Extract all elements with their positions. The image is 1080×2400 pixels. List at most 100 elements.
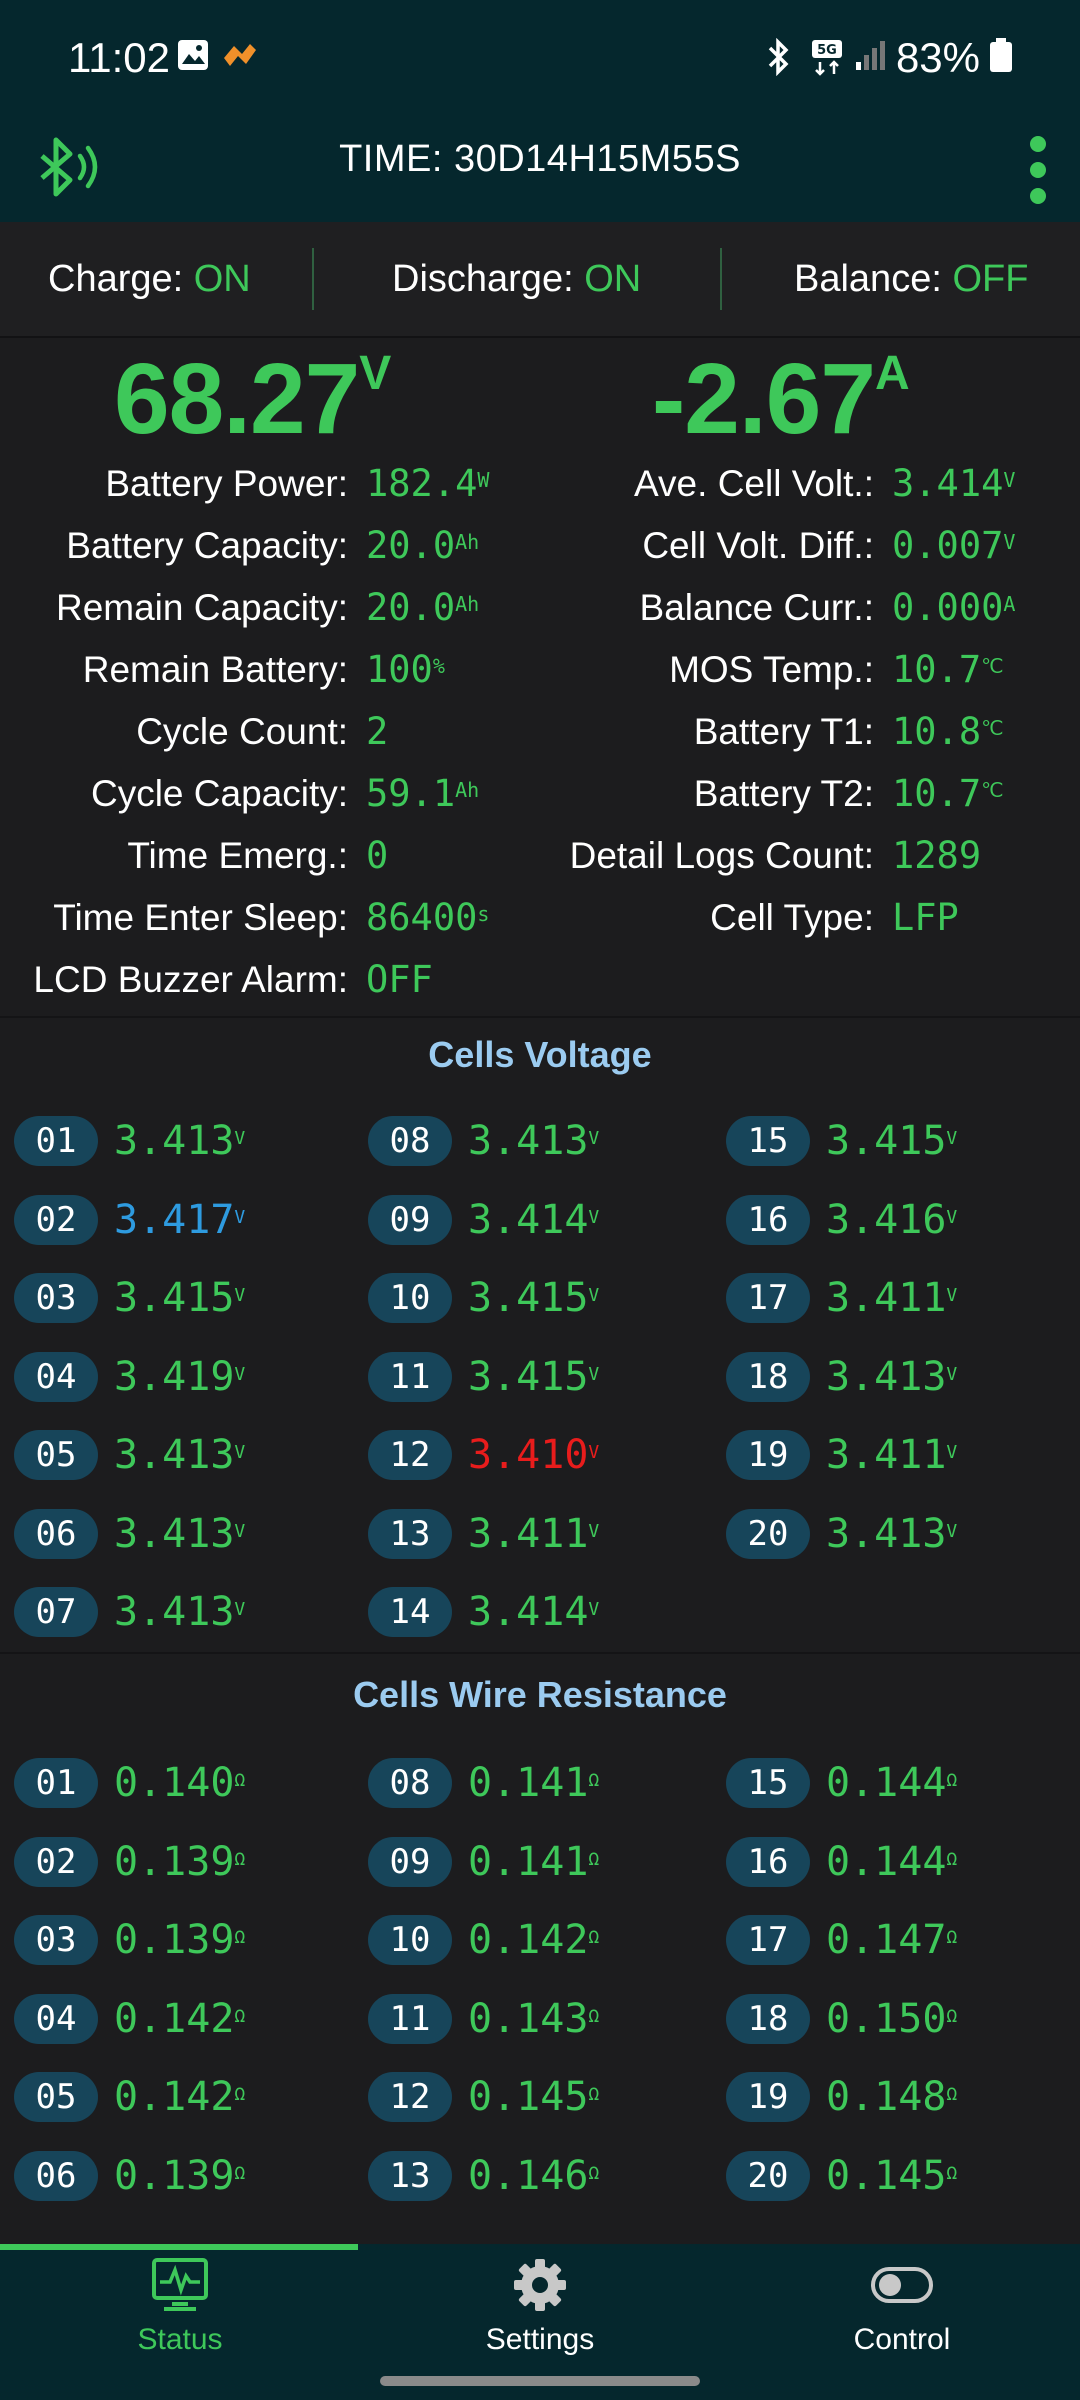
cell-item: 19 3.411V [726, 1424, 1066, 1484]
cell-index-badge: 19 [726, 2072, 810, 2122]
top-bar: 11:02 5G 83% TIME: 30D14H15M55S [0, 0, 1080, 222]
balance-value: OFF [952, 258, 1029, 300]
cell-index-badge: 06 [14, 2150, 98, 2201]
stat-label: Detail Logs Count: [569, 835, 874, 876]
app-bar: TIME: 30D14H15M55S [0, 118, 1080, 222]
stat-value-unit: V [1003, 530, 1016, 554]
gear-icon [514, 2259, 566, 2311]
cell-value-unit: V [234, 1363, 246, 1385]
cell-value: 0.141Ω [468, 1752, 599, 1814]
cell-value: 0.144Ω [826, 1831, 957, 1893]
cell-value-unit: V [946, 1206, 958, 1228]
stat-value-number: 10.7 [892, 648, 982, 691]
nav-status-label: Status [137, 2323, 223, 2356]
discharge-value: ON [584, 258, 642, 300]
charge-switch[interactable]: Charge: ON [48, 258, 251, 301]
cell-value: 3.410V [468, 1424, 599, 1486]
cell-value: 0.150Ω [826, 1988, 957, 2050]
cell-value: 0.144Ω [826, 1752, 957, 1814]
cell-value: 3.411V [826, 1267, 957, 1329]
app-notification-icon [224, 44, 256, 66]
cell-index-badge: 01 [14, 1116, 98, 1166]
cell-value: 3.414V [468, 1581, 599, 1643]
cell-index-badge: 08 [368, 1758, 452, 1808]
cell-value: 3.413V [826, 1346, 957, 1408]
stat-label: Battery T1: [693, 711, 874, 752]
cell-value-number: 3.414 [468, 1589, 589, 1635]
battery-percent: 83% [895, 34, 980, 81]
stat-row: Cell Type: LFP [0, 890, 1080, 946]
more-vert-dot [1030, 162, 1046, 178]
cell-index-badge: 11 [368, 1351, 452, 1402]
cell-value-unit: V [946, 1520, 958, 1542]
cell-index-badge: 04 [14, 1993, 98, 2044]
cell-index-badge: 20 [726, 1508, 810, 1559]
cell-item: 12 3.410V [368, 1424, 708, 1484]
cell-value-number: 3.413 [468, 1118, 589, 1164]
cell-value: 3.415V [468, 1267, 599, 1329]
divider [0, 1652, 1080, 1654]
cell-index-badge: 10 [368, 1915, 452, 1965]
cell-item: 18 0.150Ω [726, 1988, 1066, 2048]
cell-value-unit: Ω [946, 1848, 958, 1870]
stat-value-unit: ℃ [981, 654, 1004, 678]
cell-value-number: 3.416 [826, 1196, 947, 1243]
cell-index-badge: 18 [726, 1351, 810, 1402]
stat-value: OFF [366, 952, 433, 1008]
switch-status-row: Charge: ON Discharge: ON Balance: OFF [0, 222, 1080, 338]
cell-item: 18 3.413V [726, 1346, 1066, 1406]
cell-value-number: 3.413 [114, 1432, 235, 1478]
cell-value: 0.142Ω [468, 1909, 599, 1971]
cell-value: 3.415V [114, 1267, 245, 1329]
cell-value-unit: Ω [946, 1770, 958, 1791]
discharge-switch[interactable]: Discharge: ON [392, 258, 641, 301]
cell-value-number: 3.419 [114, 1353, 235, 1400]
cell-index-badge: 16 [726, 1836, 810, 1887]
cell-index-badge: 12 [368, 2072, 452, 2122]
divider [312, 248, 314, 310]
nav-control[interactable]: Control [782, 2256, 1022, 2357]
cell-signal-icon [856, 41, 885, 70]
nav-status[interactable]: Status [60, 2256, 300, 2357]
cell-value-unit: Ω [588, 2084, 600, 2105]
cell-value-unit: V [946, 1285, 958, 1306]
cell-value-unit: Ω [946, 2084, 958, 2105]
nav-settings[interactable]: Settings [420, 2256, 660, 2357]
cell-value: 0.139Ω [114, 1909, 245, 1971]
cell-value: 0.139Ω [114, 1831, 245, 1893]
cell-value: 3.413V [114, 1581, 245, 1643]
stat-value-unit: A [1003, 592, 1016, 616]
balance-label: Balance: [794, 258, 953, 300]
total-voltage-unit: V [359, 347, 391, 400]
balance-switch[interactable]: Balance: OFF [794, 258, 1028, 301]
cell-item: 05 0.142Ω [14, 2066, 354, 2126]
overflow-menu-button[interactable] [1012, 122, 1062, 218]
cell-item: 20 3.413V [726, 1503, 1066, 1563]
stat-value: LFP [892, 890, 959, 946]
stat-label: MOS Temp.: [669, 649, 874, 690]
cell-value: 3.413V [114, 1110, 245, 1172]
cell-value-number: 0.144 [826, 1760, 947, 1806]
cell-value-unit: V [588, 1599, 600, 1620]
stat-value: 0.000A [892, 580, 1015, 636]
cell-value-number: 0.145 [826, 2152, 947, 2199]
cell-value-number: 0.148 [826, 2074, 947, 2120]
cell-value-number: 0.140 [114, 1760, 235, 1806]
battery-icon [990, 38, 1012, 72]
cell-index-badge: 15 [726, 1758, 810, 1808]
cell-value-number: 0.143 [468, 1995, 589, 2042]
cell-value-unit: V [588, 1363, 600, 1385]
cell-value-number: 3.415 [114, 1275, 235, 1321]
cell-value-unit: Ω [588, 2162, 600, 2184]
charge-label: Charge: [48, 258, 194, 300]
cell-index-badge: 03 [14, 1915, 98, 1965]
cell-item: 03 3.415V [14, 1267, 354, 1327]
cell-item: 17 0.147Ω [726, 1909, 1066, 1969]
cell-value-unit: Ω [588, 2005, 600, 2027]
home-gesture-bar[interactable] [380, 2376, 700, 2386]
cell-value-unit: Ω [588, 1848, 600, 1870]
cell-value: 0.142Ω [114, 2066, 245, 2128]
cell-value: 0.139Ω [114, 2145, 245, 2207]
cell-index-badge: 17 [726, 1273, 810, 1323]
cell-value: 0.140Ω [114, 1752, 245, 1814]
